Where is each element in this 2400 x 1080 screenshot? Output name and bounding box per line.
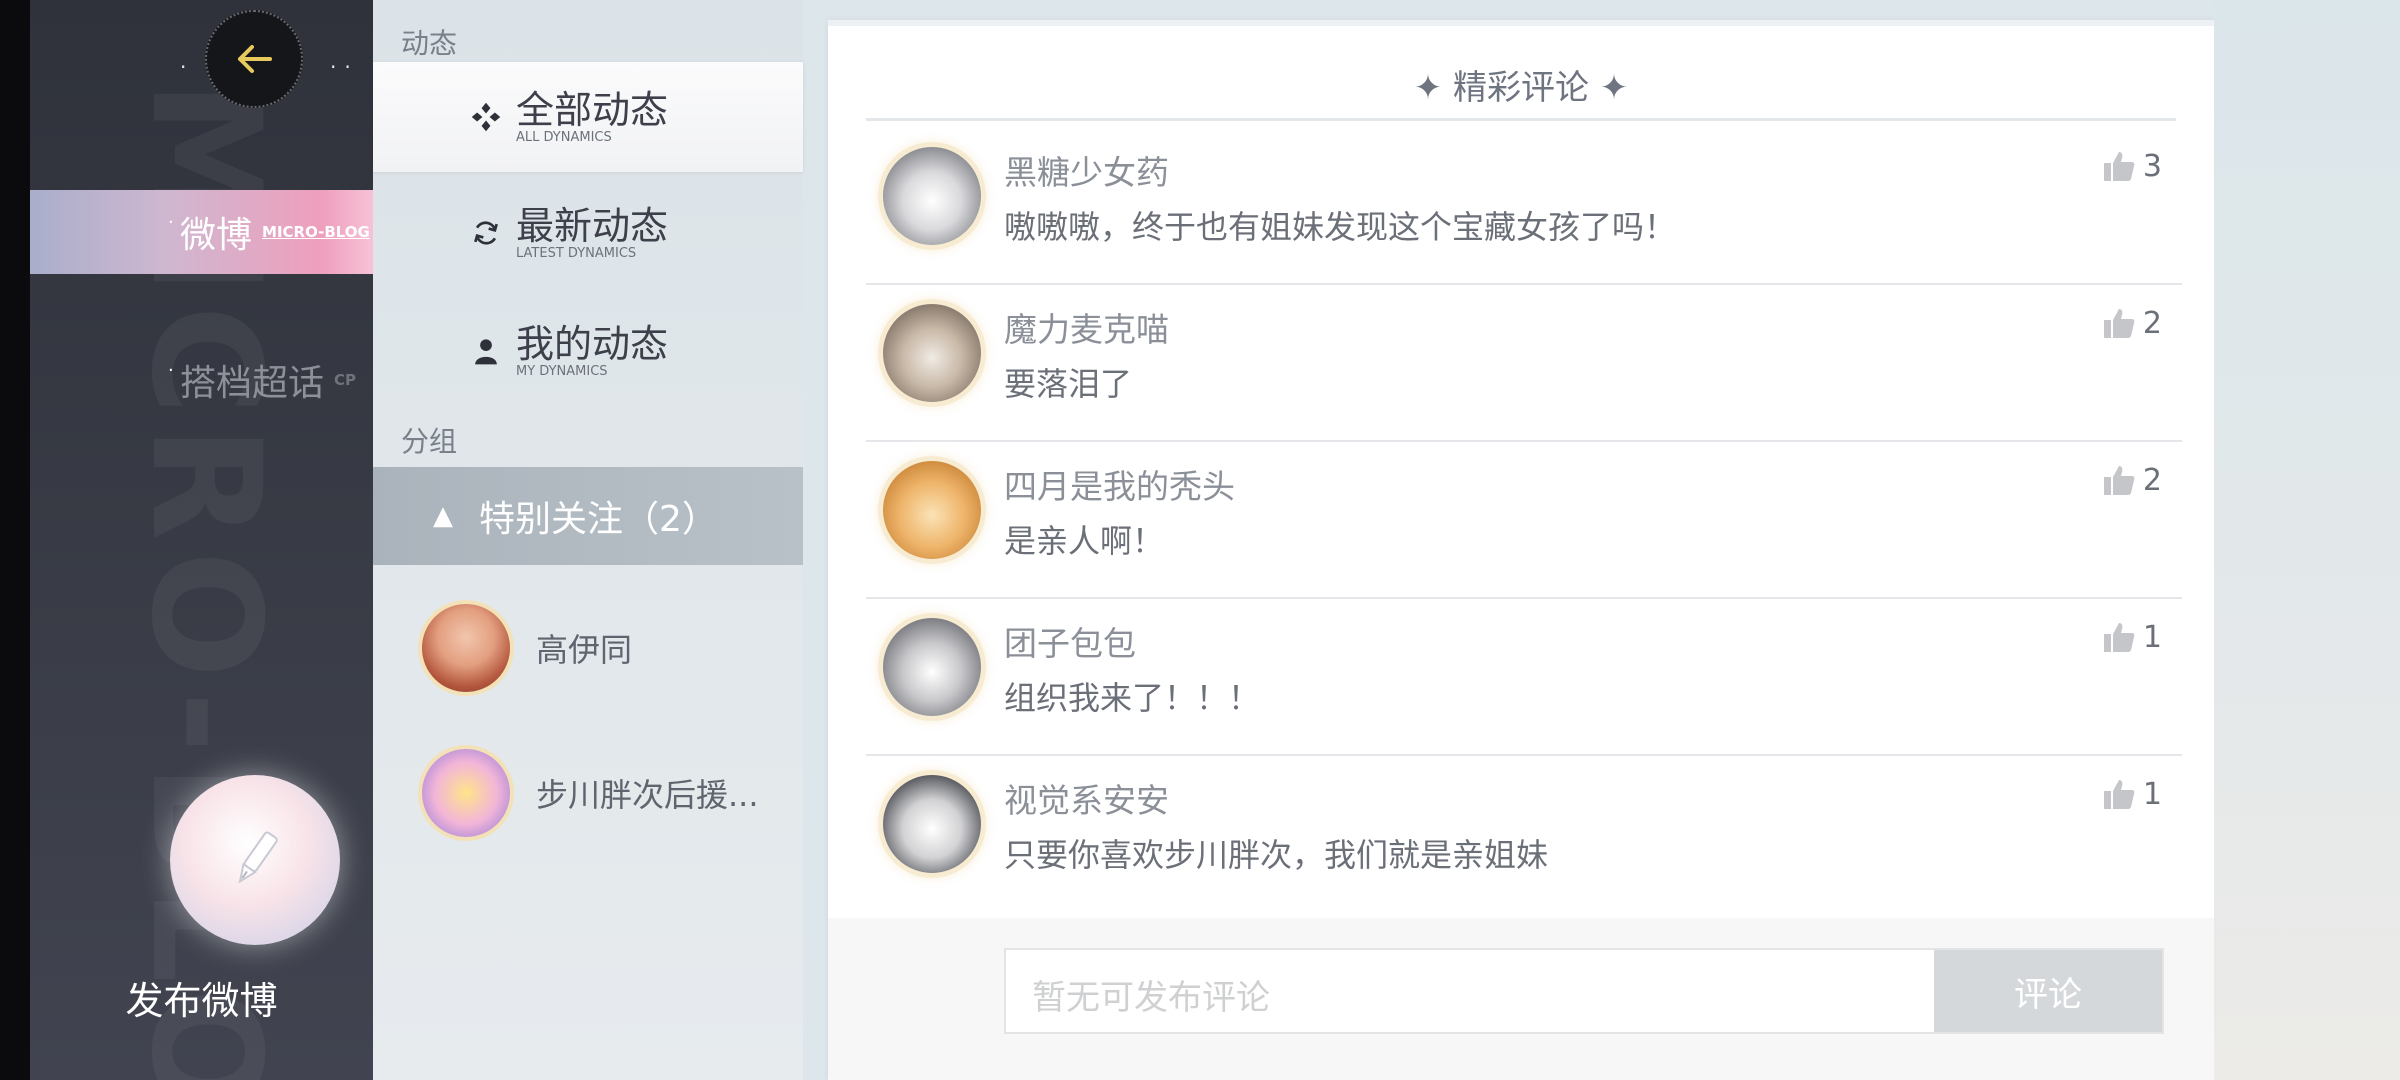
like-count: 3 bbox=[2142, 148, 2162, 184]
thumbs-up-icon bbox=[2103, 623, 2135, 652]
section-heading-dynamics: 动态 bbox=[401, 27, 458, 60]
comment-text: 是亲人啊！ bbox=[1004, 522, 1165, 560]
panel-title: ✦ 精彩评论 ✦ bbox=[1413, 68, 1629, 108]
like-button[interactable]: 2 bbox=[2101, 462, 2162, 498]
avatar bbox=[418, 745, 514, 841]
refresh-icon bbox=[468, 215, 504, 251]
comment-item: 黑糖少女药 嗷嗷嗷，终于也有姐妹发现这个宝藏女孩了吗！ 3 bbox=[866, 128, 2182, 285]
sparkle-icon: · bbox=[168, 360, 174, 381]
comment-submit-button[interactable]: 评论 bbox=[1934, 950, 2162, 1032]
publish-label: 发布微博 bbox=[125, 979, 278, 1023]
like-button[interactable]: 3 bbox=[2101, 148, 2162, 184]
panel-top-border bbox=[828, 20, 2214, 26]
group-special-follow[interactable]: ▲ 特别关注（2） bbox=[373, 467, 803, 565]
comment-text: 只要你喜欢步川胖次，我们就是亲姐妹 bbox=[1004, 836, 1549, 874]
avatar[interactable] bbox=[878, 613, 986, 721]
group-label: 特别关注（2） bbox=[479, 499, 718, 540]
avatar[interactable] bbox=[878, 770, 986, 878]
menu-item-label: 我的动态 bbox=[516, 322, 669, 366]
comment-input[interactable]: 暂无可发布评论 评论 bbox=[1004, 948, 2164, 1034]
thumbs-up-icon bbox=[2103, 152, 2135, 181]
thumbs-up-icon bbox=[2103, 466, 2135, 495]
friend-name: 步川胖次后援... bbox=[536, 776, 759, 814]
comment-username[interactable]: 视觉系安安 bbox=[1004, 774, 1169, 822]
like-button[interactable]: 1 bbox=[2101, 776, 2162, 812]
like-count: 1 bbox=[2142, 619, 2162, 655]
section-heading-groups: 分组 bbox=[401, 425, 458, 458]
menu-item-sublabel: ALL DYNAMICS bbox=[516, 130, 612, 145]
back-button[interactable] bbox=[205, 10, 303, 108]
back-decor-dots-right: ·· bbox=[330, 55, 359, 79]
comment-text: 组织我来了！！！ bbox=[1004, 679, 1261, 717]
thumbs-up-icon bbox=[2103, 309, 2135, 338]
like-button[interactable]: 1 bbox=[2101, 619, 2162, 655]
menu-item-sublabel: LATEST DYNAMICS bbox=[516, 246, 637, 261]
comment-username[interactable]: 魔力麦克喵 bbox=[1004, 303, 1169, 351]
person-icon bbox=[468, 333, 504, 369]
comment-username[interactable]: 黑糖少女药 bbox=[1004, 146, 1169, 194]
pen-icon bbox=[238, 831, 278, 884]
comment-username[interactable]: 四月是我的秃头 bbox=[1004, 460, 1235, 508]
four-diamonds-icon bbox=[468, 99, 504, 135]
comments-panel: ✦ 精彩评论 ✦ 黑糖少女药 嗷嗷嗷，终于也有姐妹发现这个宝藏女孩了吗！ 3 魔… bbox=[828, 20, 2214, 1080]
rail-item-label: 搭档超话 bbox=[180, 363, 325, 404]
thumbs-up-icon bbox=[2103, 780, 2135, 809]
menu-item-my-dynamics[interactable]: 我的动态 MY DYNAMICS bbox=[373, 296, 803, 406]
back-arrow-icon bbox=[238, 45, 272, 73]
comment-text: 要落泪了 bbox=[1004, 365, 1133, 403]
menu-item-latest-dynamics[interactable]: 最新动态 LATEST DYNAMICS bbox=[373, 178, 803, 288]
publish-button[interactable] bbox=[170, 775, 340, 945]
friend-item[interactable]: 步川胖次后援... bbox=[373, 738, 803, 848]
triangle-up-icon: ▲ bbox=[433, 501, 453, 531]
menu-item-label: 最新动态 bbox=[516, 204, 669, 248]
friend-name: 高伊同 bbox=[536, 631, 633, 669]
rail-item-cp-topic[interactable]: · 搭档超话 CP bbox=[30, 338, 373, 422]
screen-edge bbox=[0, 0, 30, 1080]
like-count: 2 bbox=[2142, 305, 2162, 341]
rail-item-microblog[interactable]: · 微博 MICRO-BLOG bbox=[30, 190, 373, 274]
avatar bbox=[418, 600, 514, 696]
rail-item-sublabel: MICRO-BLOG bbox=[262, 223, 370, 241]
comment-item: 视觉系安安 只要你喜欢步川胖次，我们就是亲姐妹 1 bbox=[866, 756, 2182, 913]
menu-item-all-dynamics[interactable]: 全部动态 ALL DYNAMICS bbox=[373, 62, 803, 172]
like-count: 1 bbox=[2142, 776, 2162, 812]
right-decor-area bbox=[2214, 0, 2400, 1080]
like-button[interactable]: 2 bbox=[2101, 305, 2162, 341]
avatar[interactable] bbox=[878, 299, 986, 407]
left-nav-rail: MICRO-BLOG · ·· · 微博 MICRO-BLOG · 搭档超话 C… bbox=[30, 0, 373, 1080]
comment-item: 团子包包 组织我来了！！！ 1 bbox=[866, 599, 2182, 756]
comment-input-placeholder: 暂无可发布评论 bbox=[1032, 978, 1270, 1018]
friend-item[interactable]: 高伊同 bbox=[373, 593, 803, 703]
back-decor-dots-left: · bbox=[180, 55, 195, 79]
menu-item-sublabel: MY DYNAMICS bbox=[516, 364, 608, 379]
comment-username[interactable]: 团子包包 bbox=[1004, 617, 1136, 665]
dynamics-menu: 动态 全部动态 ALL DYNAMICS 最新动态 LATEST DYNAMIC… bbox=[373, 0, 803, 1080]
comment-item: 四月是我的秃头 是亲人啊！ 2 bbox=[866, 442, 2182, 599]
divider bbox=[866, 118, 2176, 121]
comment-text: 嗷嗷嗷，终于也有姐妹发现这个宝藏女孩了吗！ bbox=[1004, 208, 1677, 246]
avatar[interactable] bbox=[878, 142, 986, 250]
comment-input-area: 暂无可发布评论 评论 bbox=[828, 918, 2214, 1080]
sparkle-icon: · bbox=[168, 212, 174, 233]
comment-item: 魔力麦克喵 要落泪了 2 bbox=[866, 285, 2182, 442]
like-count: 2 bbox=[2142, 462, 2162, 498]
menu-item-label: 全部动态 bbox=[516, 88, 669, 132]
avatar[interactable] bbox=[878, 456, 986, 564]
rail-item-sublabel: CP bbox=[334, 371, 357, 389]
rail-item-label: 微博 bbox=[180, 215, 253, 256]
